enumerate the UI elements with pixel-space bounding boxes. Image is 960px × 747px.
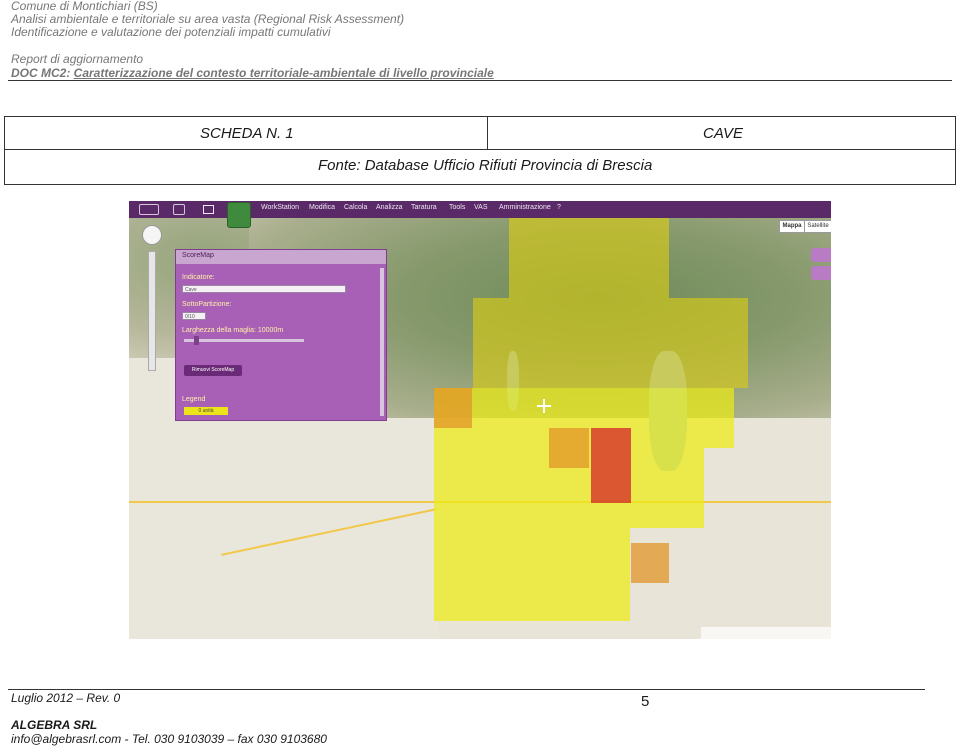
score-cell-high	[591, 428, 631, 503]
header-doc-name: Caratterizzazione del contesto territori…	[73, 66, 494, 80]
legend-item: 0 unità	[184, 407, 228, 415]
footer-company: ALGEBRA SRL	[11, 718, 98, 732]
scoremap-panel-titlebar[interactable]: ScoreMap	[176, 250, 386, 264]
footer-date: Luglio 2012 – Rev. 0	[11, 691, 121, 705]
menu-vas[interactable]: VAS	[474, 204, 488, 211]
scheda-divider-h	[5, 149, 955, 150]
score-cell	[473, 298, 748, 388]
indicator-label: Indicatore:	[182, 274, 215, 281]
mesh-width-slider-handle[interactable]	[194, 336, 199, 345]
score-cell	[509, 218, 669, 298]
menu-amministrazione[interactable]: Amministrazione	[499, 204, 551, 211]
scheda-divider-v	[487, 117, 488, 149]
header-doc-title: DOC MC2: Caratterizzazione del contesto …	[11, 66, 494, 80]
footer-contact: info@algebrasrl.com - Tel. 030 9103039 –…	[11, 732, 327, 746]
zoom-slider[interactable]	[148, 251, 156, 371]
header-analysis-title: Analisi ambientale e territoriale su are…	[11, 12, 405, 26]
menu-help[interactable]: ?	[557, 204, 561, 211]
header-doc-prefix: DOC MC2:	[11, 66, 74, 80]
scheda-number: SCHEDA N. 1	[200, 125, 294, 142]
menu-calcola[interactable]: Calcola	[344, 204, 367, 211]
mesh-width-slider[interactable]	[184, 339, 304, 342]
map-scale-readout	[701, 627, 831, 639]
scheda-topic: CAVE	[703, 125, 744, 142]
app-logo	[227, 202, 251, 228]
pan-control-icon[interactable]	[142, 225, 162, 245]
scheda-source: Fonte: Database Ufficio Rifiuti Provinci…	[318, 157, 653, 174]
mail-icon[interactable]	[203, 205, 214, 214]
menu-analizza[interactable]: Analizza	[376, 204, 402, 211]
scheda-table: SCHEDA N. 1 CAVE Fonte: Database Ufficio…	[4, 116, 956, 185]
save-icon[interactable]	[173, 204, 185, 215]
map-type-mappa[interactable]: Mappa	[779, 220, 805, 233]
menu-taratura[interactable]: Taratura	[411, 204, 437, 211]
indicator-select[interactable]: Cave	[182, 285, 346, 293]
subpartition-label: SottoPartizione:	[182, 301, 232, 308]
map-center-crosshair-icon	[537, 399, 551, 413]
side-tool-button[interactable]	[811, 266, 831, 280]
score-cell	[549, 428, 589, 468]
scoremap-panel-title: ScoreMap	[182, 252, 214, 259]
legend-label: Legend	[182, 396, 206, 403]
scoremap-panel: ScoreMap Indicatore: Cave SottoPartizion…	[175, 249, 387, 421]
header-report-type: Report di aggiornamento	[11, 52, 144, 66]
menu-modifica[interactable]: Modifica	[309, 204, 335, 211]
score-cell	[434, 388, 472, 428]
footer-rule	[8, 689, 925, 690]
subpartition-select[interactable]: 0/10	[182, 312, 206, 320]
scoremap-screenshot: WorkStation Modifica Calcola Analizza Ta…	[129, 201, 831, 639]
scoremap-panel-scrollbar[interactable]	[380, 268, 384, 416]
map-type-satellite[interactable]: Satellite	[804, 220, 831, 233]
menu-tools[interactable]: Tools	[449, 204, 465, 211]
mesh-width-label: Larghezza della maglia: 10000m	[182, 327, 284, 334]
home-icon[interactable]	[139, 204, 159, 215]
footer-page-number: 5	[641, 693, 650, 710]
menu-workstation[interactable]: WorkStation	[261, 204, 299, 211]
side-tool-button[interactable]	[811, 248, 831, 262]
header-rule	[8, 80, 952, 81]
remove-scoremap-button[interactable]: Rimuovi ScoreMap	[184, 365, 242, 376]
score-cell	[631, 543, 669, 583]
header-subtitle: Identificazione e valutazione dei potenz…	[11, 25, 331, 39]
score-cell	[434, 528, 630, 621]
